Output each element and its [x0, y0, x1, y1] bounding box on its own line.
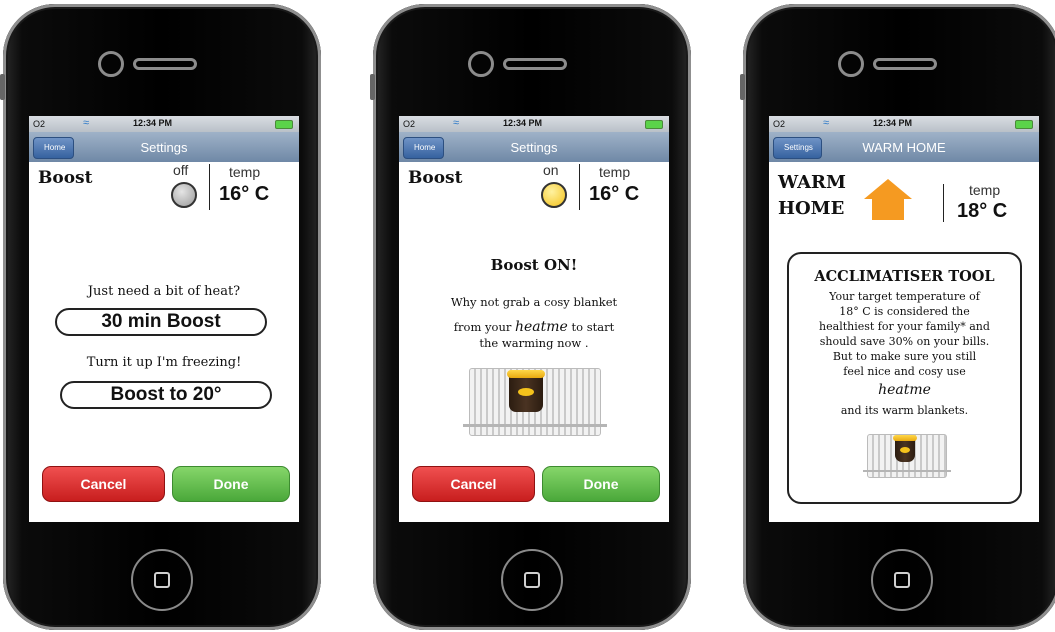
phone-3: O2 ≈ 12:34 PM Settings WARM HOME WARM HO…	[740, 4, 1055, 630]
tool-line: should save 30% on your bills.	[819, 335, 990, 348]
side-button	[740, 74, 745, 100]
boost-state-label: on	[543, 162, 559, 178]
blanket-line-3: the warming now .	[479, 336, 589, 350]
blanket-line-2: from your heatme to start	[399, 319, 669, 335]
camera-icon	[468, 51, 494, 77]
status-bar: O2 ≈ 12:34 PM	[769, 116, 1039, 132]
radiator-image	[863, 434, 951, 478]
cancel-button[interactable]: Cancel	[42, 466, 165, 502]
blanket-line-1: Why not grab a cosy blanket	[450, 295, 618, 309]
speaker-grille	[873, 58, 937, 70]
battery-icon	[275, 120, 293, 129]
temp-label: temp	[969, 182, 1001, 198]
done-button[interactable]: Done	[542, 466, 660, 502]
freezing-prompt: Turn it up I'm freezing!	[86, 355, 242, 370]
boost-30min-button[interactable]: 30 min Boost	[55, 308, 267, 336]
tool-line-last: and its warm blankets.	[840, 404, 969, 417]
temp-value: 16° C	[589, 183, 640, 205]
house-icon	[864, 179, 912, 221]
temp-value: 16° C	[219, 183, 270, 205]
status-bar: O2 ≈ 12:34 PM	[29, 116, 299, 132]
wifi-icon: ≈	[453, 117, 460, 129]
phone-2: O2 ≈ 12:34 PM Home Settings Boost on tem…	[370, 4, 691, 630]
nav-bar: Home Settings	[29, 132, 299, 162]
wifi-icon: ≈	[83, 117, 90, 129]
home-square-icon	[894, 572, 910, 588]
status-time: 12:34 PM	[133, 118, 173, 128]
boost-title: Boost	[408, 168, 463, 188]
temp-label: temp	[599, 164, 631, 180]
warm-home-title: WARM HOME	[778, 170, 846, 222]
nav-title: WARM HOME	[862, 140, 946, 155]
home-button[interactable]	[871, 549, 933, 611]
boost-header: Boost on temp 16° C	[399, 162, 669, 222]
heatme-brand: heatme	[515, 319, 568, 335]
boost-prompt: Just need a bit of heat?	[87, 284, 241, 299]
signal-carrier: O2	[773, 119, 786, 129]
battery-icon	[1015, 120, 1033, 129]
temp-value: 18° C	[957, 200, 1008, 222]
status-bar: O2 ≈ 12:34 PM	[399, 116, 669, 132]
boost-state-label: off	[173, 162, 189, 178]
speaker-grille	[503, 58, 567, 70]
signal-carrier: O2	[403, 119, 416, 129]
status-time: 12:34 PM	[873, 118, 913, 128]
heatme-brand: heatme	[878, 382, 931, 398]
home-square-icon	[154, 572, 170, 588]
radiator-image	[463, 368, 607, 436]
divider	[943, 184, 944, 222]
status-time: 12:34 PM	[503, 118, 543, 128]
boost-on-heading: Boost ON!	[490, 256, 578, 274]
warm-home-title-line-1: WARM	[778, 172, 846, 193]
acclimatiser-tool-card: ACCLIMATISER TOOL Your target temperatur…	[787, 252, 1022, 504]
warm-home-title-line-2: HOME	[778, 198, 845, 219]
screen-settings-on: O2 ≈ 12:34 PM Home Settings Boost on tem…	[399, 116, 669, 522]
tool-line: healthiest for your family* and	[819, 320, 990, 333]
side-button	[370, 74, 375, 100]
temp-label: temp	[229, 164, 261, 180]
nav-title: Settings	[510, 140, 558, 155]
signal-carrier: O2	[33, 119, 46, 129]
boost-toggle-off[interactable]	[171, 182, 197, 208]
home-button[interactable]	[131, 549, 193, 611]
divider	[579, 164, 580, 210]
camera-icon	[838, 51, 864, 77]
cancel-button[interactable]: Cancel	[412, 466, 535, 502]
wifi-icon: ≈	[823, 117, 830, 129]
boost-header: Boost off temp 16° C	[29, 162, 299, 222]
battery-icon	[645, 120, 663, 129]
nav-bar: Home Settings	[399, 132, 669, 162]
blanket-line-2-pre: from your	[453, 320, 512, 334]
blanket-line-2-post: to start	[571, 320, 615, 334]
home-button[interactable]	[501, 549, 563, 611]
done-button[interactable]: Done	[172, 466, 290, 502]
boost-toggle-on[interactable]	[541, 182, 567, 208]
tool-line: feel nice and cosy use	[843, 365, 966, 378]
screen-settings-off: O2 ≈ 12:34 PM Home Settings Boost off te…	[29, 116, 299, 522]
home-square-icon	[524, 572, 540, 588]
nav-title: Settings	[140, 140, 188, 155]
nav-bar: Settings WARM HOME	[769, 132, 1039, 162]
screen-warm-home: O2 ≈ 12:34 PM Settings WARM HOME WARM HO…	[769, 116, 1039, 522]
camera-icon	[98, 51, 124, 77]
acclimatiser-title: ACCLIMATISER TOOL	[814, 268, 995, 285]
divider	[209, 164, 210, 210]
boost-title: Boost	[38, 168, 93, 188]
side-button	[0, 74, 5, 100]
boost-20-button[interactable]: Boost to 20°	[60, 381, 272, 409]
tool-line: 18° C is considered the	[839, 305, 970, 318]
phone-1: O2 ≈ 12:34 PM Home Settings Boost off te…	[0, 4, 321, 630]
tool-line: Your target temperature of	[829, 290, 980, 303]
tool-line: But to make sure you still	[832, 350, 977, 363]
speaker-grille	[133, 58, 197, 70]
